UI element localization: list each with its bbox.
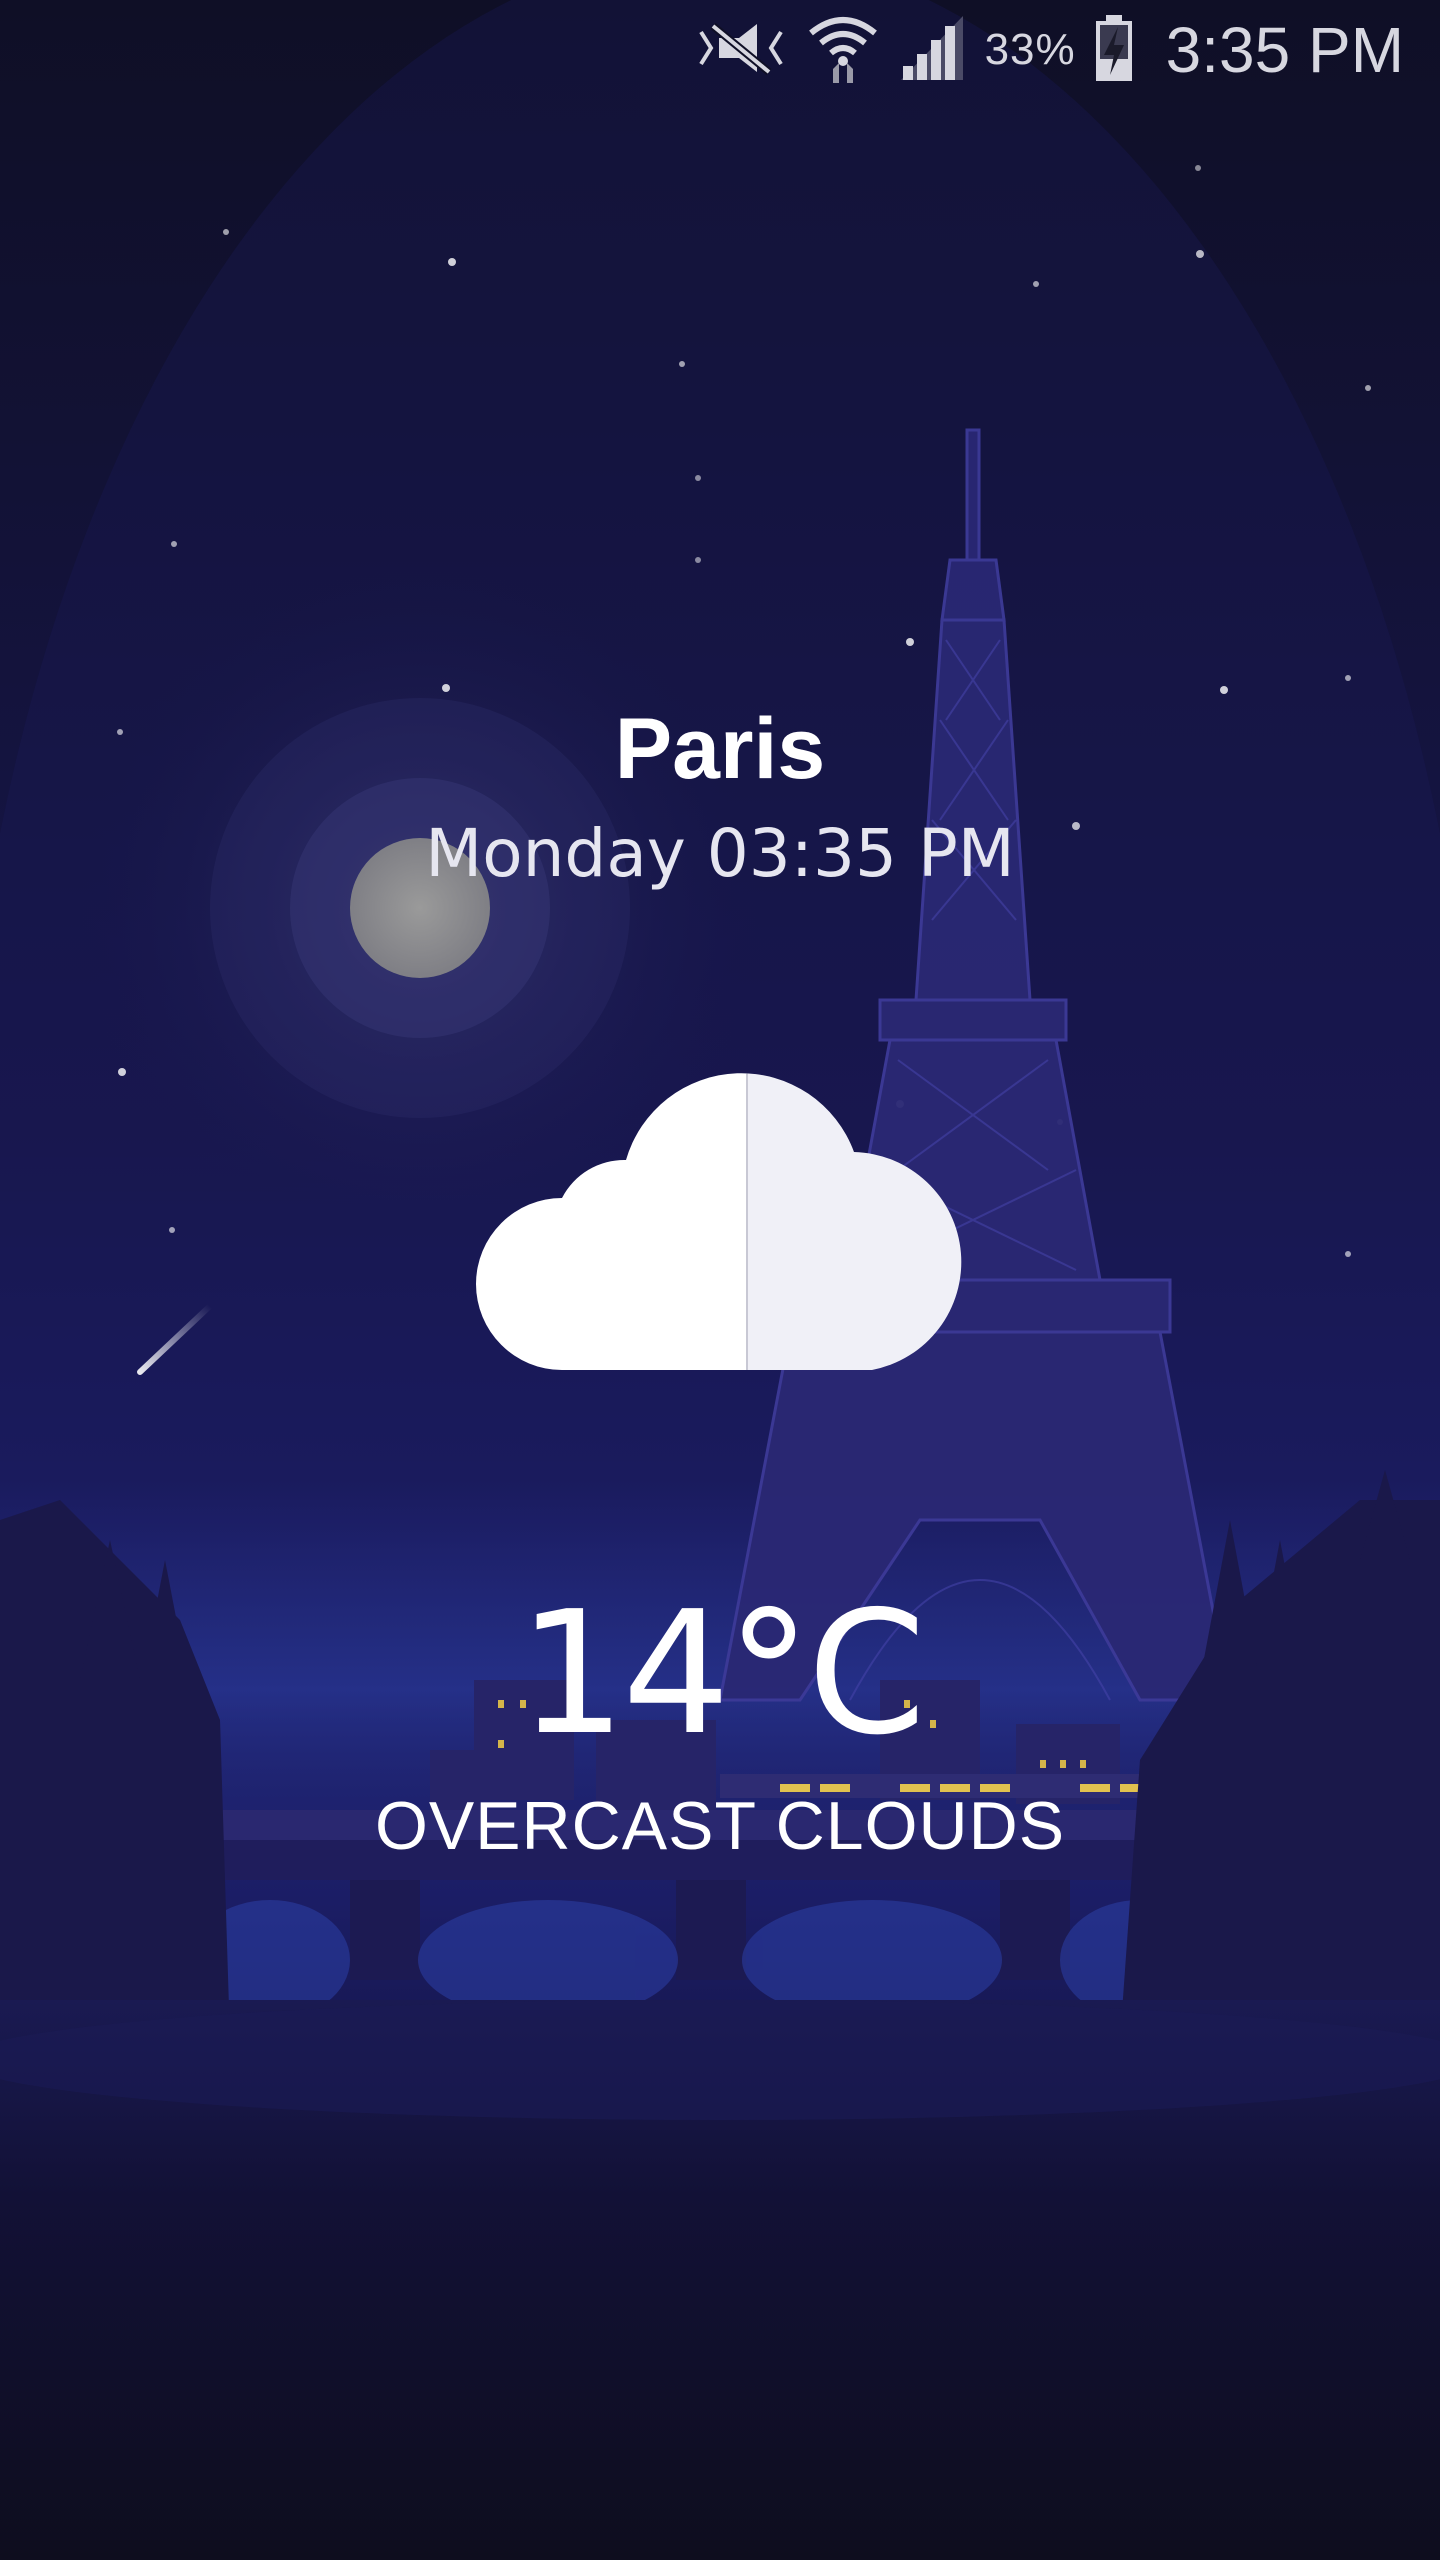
battery-percentage: 33% <box>984 25 1076 74</box>
signal-icon <box>897 15 967 85</box>
vibrate-mute-icon <box>693 18 789 83</box>
weather-condition: OVERCAST CLOUDS <box>374 1788 1066 1864</box>
cloud-icon <box>472 1060 962 1385</box>
date-time: Monday 03:35 PM <box>425 815 1015 892</box>
city-name: Paris <box>614 701 826 797</box>
status-bar: 33% 3:35 PM <box>0 0 1440 100</box>
temperature: 14°C <box>517 1575 926 1773</box>
wifi-icon <box>807 13 879 88</box>
battery-charging-icon <box>1094 14 1134 86</box>
status-time: 3:35 PM <box>1165 14 1404 86</box>
